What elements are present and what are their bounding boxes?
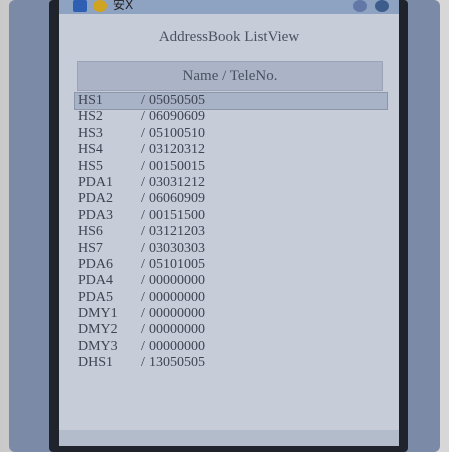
separator: / (141, 224, 145, 240)
list-item[interactable]: PDA4 /00000000 (75, 273, 387, 289)
contact-number: 00000000 (149, 289, 205, 305)
list-item[interactable]: PDA3 /00151500 (75, 208, 387, 224)
separator: / (141, 338, 145, 354)
contact-name: PDA5 (78, 289, 114, 305)
list-item[interactable]: PDA2 /06060909 (75, 191, 387, 207)
sync-icon[interactable] (353, 0, 367, 12)
contact-name: DHS1 (78, 355, 114, 371)
contact-number: 03030303 (149, 240, 205, 256)
list-item[interactable]: PDA5 /00000000 (75, 290, 387, 306)
contact-name: PDA4 (78, 273, 114, 289)
window-title: AddressBook ListView (158, 29, 300, 45)
list-item[interactable]: PDA6 /05101005 (75, 257, 387, 273)
contact-name: PDA1 (78, 174, 114, 190)
separator: / (141, 109, 145, 125)
separator: / (141, 174, 145, 190)
contact-number: 05050505 (149, 93, 205, 108)
device-screen: 安X AddressBook ListView Name / TeleNo. H… (59, 0, 399, 446)
separator: / (141, 158, 145, 174)
list-item[interactable]: HS5 /00150015 (75, 159, 387, 175)
contact-name: HS3 (78, 125, 103, 141)
contact-number: 13050505 (149, 355, 205, 371)
photo-background: 安X AddressBook ListView Name / TeleNo. H… (0, 0, 449, 452)
contact-name: PDA6 (78, 256, 114, 272)
separator: / (141, 142, 145, 158)
contact-name: HS5 (78, 158, 103, 174)
contact-number: 03121203 (149, 224, 205, 240)
list-item[interactable]: DMY2 /00000000 (75, 322, 387, 338)
contact-number: 00000000 (149, 322, 205, 338)
list-item[interactable]: PDA1 /03031212 (75, 175, 387, 191)
app-icon[interactable] (93, 0, 107, 12)
list-item[interactable]: HS7 /03030303 (75, 241, 387, 257)
contact-list: HS1/05050505 HS2/06090609 HS3/05100510 HS4/… (74, 91, 388, 372)
contact-name: HS2 (78, 109, 103, 125)
status-bar: 安X (59, 0, 399, 14)
separator: / (141, 125, 145, 141)
contact-number: 00150015 (149, 158, 205, 174)
list-item[interactable]: HS4 /03120312 (75, 142, 387, 158)
list-item[interactable]: HS2 /06090609 (75, 109, 387, 125)
contact-number: 00151500 (149, 207, 205, 223)
contact-name: DMY3 (78, 338, 118, 354)
list-item[interactable]: DHS1 /13050505 (75, 355, 387, 371)
separator: / (141, 273, 145, 289)
list-column-header[interactable]: Name / TeleNo. (77, 61, 383, 91)
start-icon[interactable] (73, 0, 87, 12)
contact-number: 05100510 (149, 125, 205, 141)
contact-number: 05101005 (149, 256, 205, 272)
list-item[interactable]: HS1 / 05050505 (74, 91, 388, 111)
settings-icon[interactable] (375, 0, 389, 12)
separator: / (141, 207, 145, 223)
separator: / (141, 256, 145, 272)
list-item[interactable]: DMY1 /00000000 (75, 306, 387, 322)
separator: / (141, 191, 145, 207)
list-item[interactable]: HS3 /05100510 (75, 126, 387, 142)
list-item[interactable]: DMY3 /00000000 (75, 339, 387, 355)
separator: / (141, 289, 145, 305)
contact-number: 00000000 (149, 338, 205, 354)
list-item[interactable]: HS6 /03121203 (75, 224, 387, 240)
contact-name: PDA3 (78, 207, 114, 223)
contact-name: HS6 (78, 224, 103, 240)
bottom-bar (59, 430, 399, 446)
contact-name: PDA2 (78, 191, 114, 207)
contact-name: HS4 (78, 142, 103, 158)
contact-name: HS7 (78, 240, 103, 256)
separator: / (141, 306, 145, 322)
contact-number: 03120312 (149, 142, 205, 158)
contact-number: 00000000 (149, 306, 205, 322)
contact-name: HS1 (78, 93, 103, 108)
separator: / (141, 322, 145, 338)
status-text: 安X (113, 0, 134, 12)
contact-number: 06090609 (149, 109, 205, 125)
contact-name: DMY2 (78, 322, 118, 338)
separator: / (141, 93, 145, 108)
contact-number: 00000000 (149, 273, 205, 289)
contact-number: 03031212 (149, 174, 205, 190)
contact-name: DMY1 (78, 306, 118, 322)
contact-number: 06060909 (149, 191, 205, 207)
separator: / (141, 355, 145, 371)
separator: / (141, 240, 145, 256)
